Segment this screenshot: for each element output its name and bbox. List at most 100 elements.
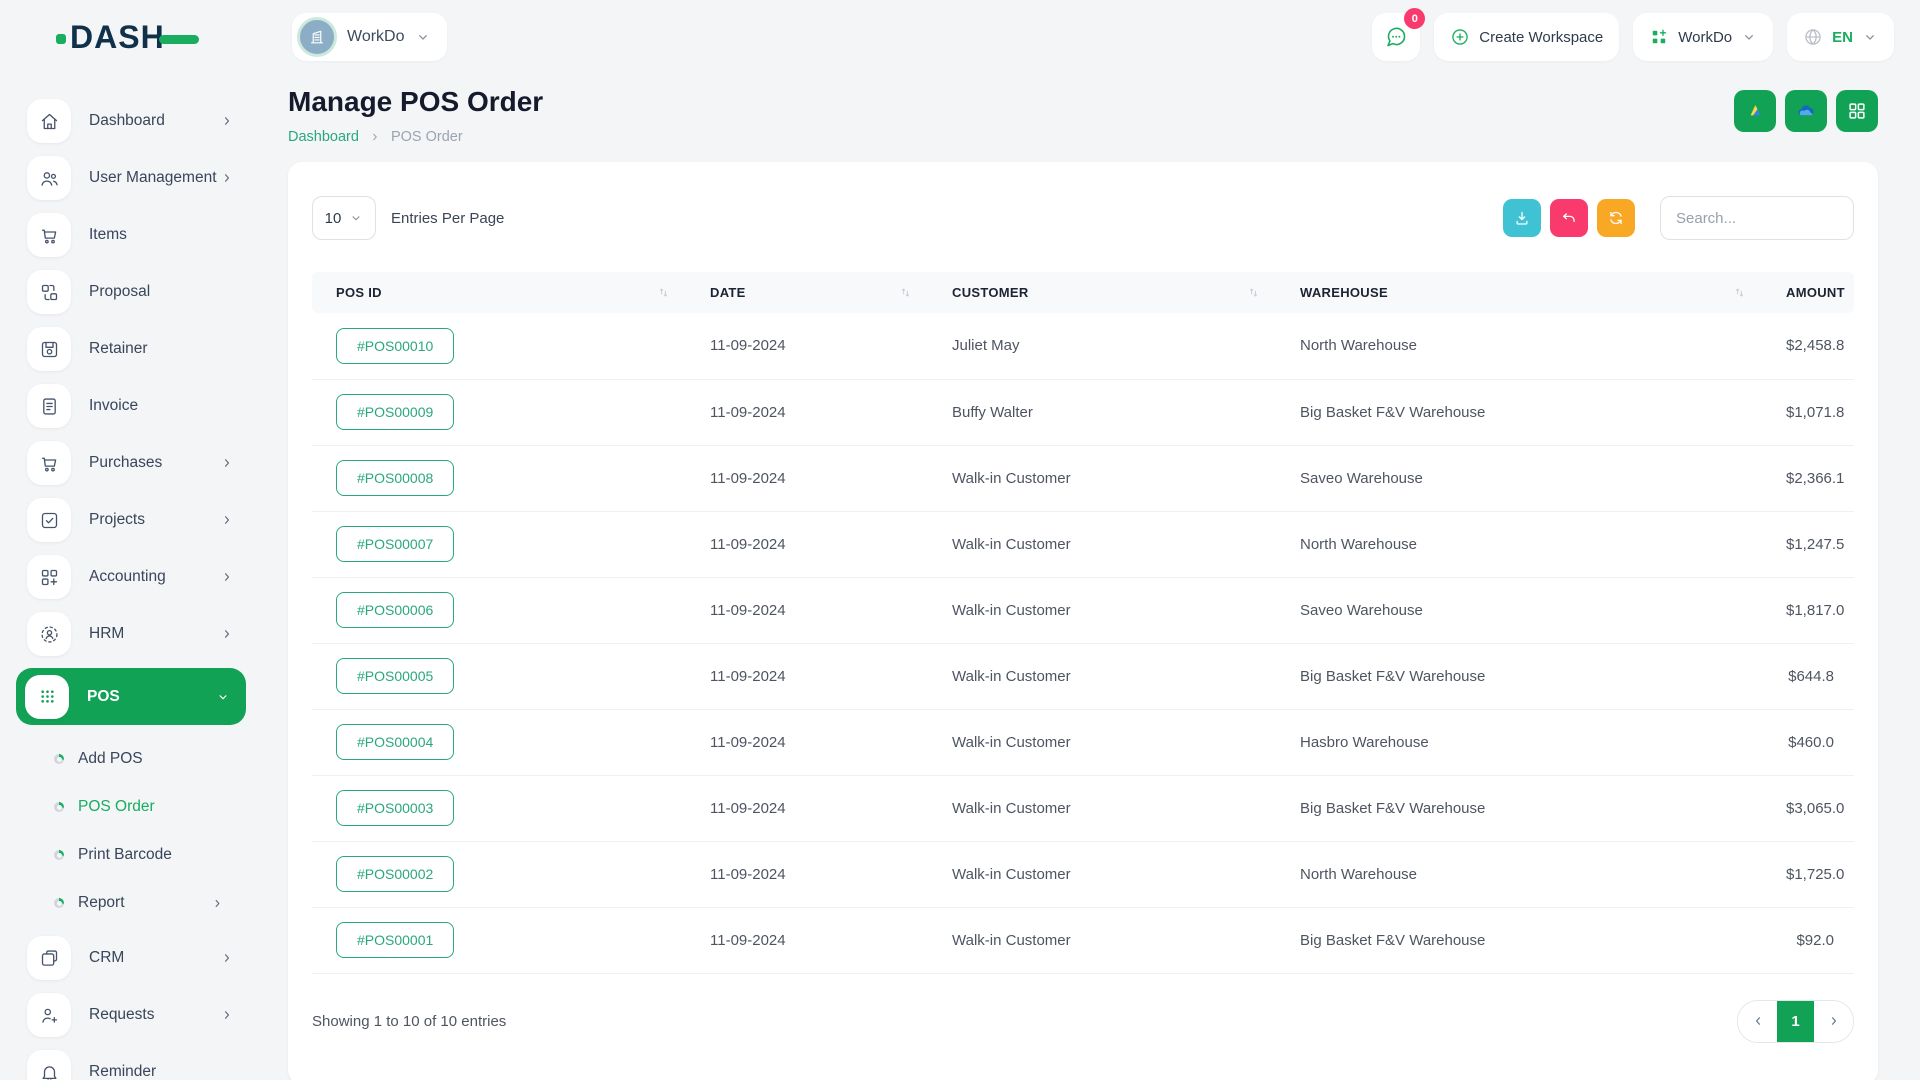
pos-submenu: Add POS POS Order Print Barcode Report <box>16 739 246 923</box>
sidebar-item-proposal[interactable]: Proposal <box>16 269 246 315</box>
sidebar-item-label: Dashboard <box>89 112 165 130</box>
pos-id-badge[interactable]: #POS00002 <box>336 856 454 892</box>
sidebar-item-label: Requests <box>89 1006 154 1024</box>
quick-actions <box>1734 90 1878 132</box>
date-cell: 11-09-2024 <box>690 907 932 973</box>
create-workspace-button[interactable]: Create Workspace <box>1434 13 1619 61</box>
submenu-item-print-barcode[interactable]: Print Barcode <box>16 835 246 875</box>
column-header-warehouse[interactable]: WAREHOUSE <box>1280 272 1766 313</box>
table-body: #POS00010 11-09-2024 Juliet May North Wareh… <box>312 313 1854 973</box>
customer-cell: Buffy Walter <box>932 379 1280 445</box>
google-drive-icon <box>1744 100 1766 122</box>
messages-badge: 0 <box>1404 8 1425 29</box>
onedrive-icon <box>1795 100 1817 122</box>
entries-per-page-value: 10 <box>325 210 342 227</box>
sidebar-item-label: Invoice <box>89 397 138 415</box>
previous-page-button[interactable] <box>1738 1001 1777 1042</box>
table-row: #POS0000111-09-2024Walk-in CustomerBig B… <box>312 907 1854 973</box>
workspace-selector[interactable]: WorkDo <box>292 13 447 61</box>
pos-id-badge[interactable]: #POS00009 <box>336 394 454 430</box>
customer-cell: Juliet May <box>932 313 1280 379</box>
download-button[interactable] <box>1503 199 1541 237</box>
chevron-right-icon <box>220 114 234 128</box>
plus-circle-icon <box>1450 27 1470 47</box>
language-selector[interactable]: EN <box>1787 13 1894 61</box>
sidebar-item-dashboard[interactable]: Dashboard <box>16 98 246 144</box>
submenu-item-add-pos[interactable]: Add POS <box>16 739 246 779</box>
breadcrumb-dashboard-link[interactable]: Dashboard <box>288 129 359 145</box>
column-header-pos-id[interactable]: POS ID <box>312 272 690 313</box>
sidebar-item-label: User Management <box>89 169 217 187</box>
sidebar-nav: Dashboard User Management Items Proposal Ret… <box>16 98 246 1080</box>
sidebar-item-label: HRM <box>89 625 124 643</box>
table-row: #POS0000711-09-2024Walk-in CustomerNorth… <box>312 511 1854 577</box>
warehouse-cell: Big Basket F&V Warehouse <box>1280 907 1766 973</box>
pos-id-badge[interactable]: #POS00010 <box>336 328 454 364</box>
pos-id-badge[interactable]: #POS00006 <box>336 592 454 628</box>
onedrive-button[interactable] <box>1785 90 1827 132</box>
sidebar-item-user-management[interactable]: User Management <box>16 155 246 201</box>
amount-cell: $1,817.0 <box>1766 577 1854 643</box>
sidebar-item-projects[interactable]: Projects <box>16 497 246 543</box>
sidebar-item-requests[interactable]: Requests <box>16 992 246 1038</box>
pos-id-badge[interactable]: #POS00007 <box>336 526 454 562</box>
undo-button[interactable] <box>1550 199 1588 237</box>
column-header-date[interactable]: DATE <box>690 272 932 313</box>
crm-icon <box>27 936 71 980</box>
submenu-item-pos-order[interactable]: POS Order <box>16 787 246 827</box>
workdo-menu-button[interactable]: WorkDo <box>1633 13 1773 61</box>
submenu-item-report[interactable]: Report <box>16 883 246 923</box>
date-cell: 11-09-2024 <box>690 577 932 643</box>
pos-id-badge[interactable]: #POS00008 <box>336 460 454 496</box>
next-page-button[interactable] <box>1814 1001 1853 1042</box>
chevron-down-icon <box>1741 29 1757 45</box>
sidebar-item-items[interactable]: Items <box>16 212 246 258</box>
google-drive-button[interactable] <box>1734 90 1776 132</box>
sidebar-item-label: CRM <box>89 949 124 967</box>
globe-icon <box>1803 27 1823 47</box>
search-input[interactable] <box>1660 196 1854 240</box>
table-header-row: POS IDDATECUSTOMERWAREHOUSEAMOUNT <box>312 272 1854 313</box>
sidebar-item-crm[interactable]: CRM <box>16 935 246 981</box>
chevron-down-icon <box>216 690 230 704</box>
sort-icon[interactable] <box>1247 286 1260 299</box>
date-cell: 11-09-2024 <box>690 841 932 907</box>
logo-text: DASH <box>70 21 165 53</box>
sort-icon[interactable] <box>1733 286 1746 299</box>
current-page[interactable]: 1 <box>1777 1001 1814 1042</box>
sidebar-item-purchases[interactable]: Purchases <box>16 440 246 486</box>
chevron-right-icon <box>369 131 381 143</box>
chevron-right-icon <box>1827 1014 1841 1028</box>
sidebar-item-hrm[interactable]: HRM <box>16 611 246 657</box>
retainer-icon <box>27 327 71 371</box>
refresh-button[interactable] <box>1597 199 1635 237</box>
sidebar-item-label: Projects <box>89 511 145 529</box>
date-cell: 11-09-2024 <box>690 643 932 709</box>
entries-per-page-select[interactable]: 10 <box>312 196 376 240</box>
pos-id-badge[interactable]: #POS00005 <box>336 658 454 694</box>
customer-cell: Walk-in Customer <box>932 709 1280 775</box>
sort-icon[interactable] <box>657 286 670 299</box>
sidebar-item-invoice[interactable]: Invoice <box>16 383 246 429</box>
column-header-customer[interactable]: CUSTOMER <box>932 272 1280 313</box>
amount-cell: $1,247.5 <box>1766 511 1854 577</box>
sidebar-item-retainer[interactable]: Retainer <box>16 326 246 372</box>
workdo-menu-label: WorkDo <box>1678 29 1732 46</box>
warehouse-cell: North Warehouse <box>1280 511 1766 577</box>
grid-view-button[interactable] <box>1836 90 1878 132</box>
warehouse-cell: Saveo Warehouse <box>1280 577 1766 643</box>
sidebar-item-label: Accounting <box>89 568 166 586</box>
messages-button[interactable]: 0 <box>1372 13 1420 61</box>
sidebar-item-label: Items <box>89 226 127 244</box>
sidebar-item-accounting[interactable]: Accounting <box>16 554 246 600</box>
sidebar-item-reminder[interactable]: Reminder <box>16 1049 246 1080</box>
pos-id-badge[interactable]: #POS00001 <box>336 922 454 958</box>
app-logo[interactable]: DASH <box>0 21 262 53</box>
sidebar-item-pos[interactable]: POS <box>16 668 246 725</box>
pos-id-badge[interactable]: #POS00003 <box>336 790 454 826</box>
grid-icon <box>1846 100 1868 122</box>
workdo-grid-icon <box>1649 27 1669 47</box>
chevron-right-icon <box>220 513 234 527</box>
pos-id-badge[interactable]: #POS00004 <box>336 724 454 760</box>
sort-icon[interactable] <box>899 286 912 299</box>
